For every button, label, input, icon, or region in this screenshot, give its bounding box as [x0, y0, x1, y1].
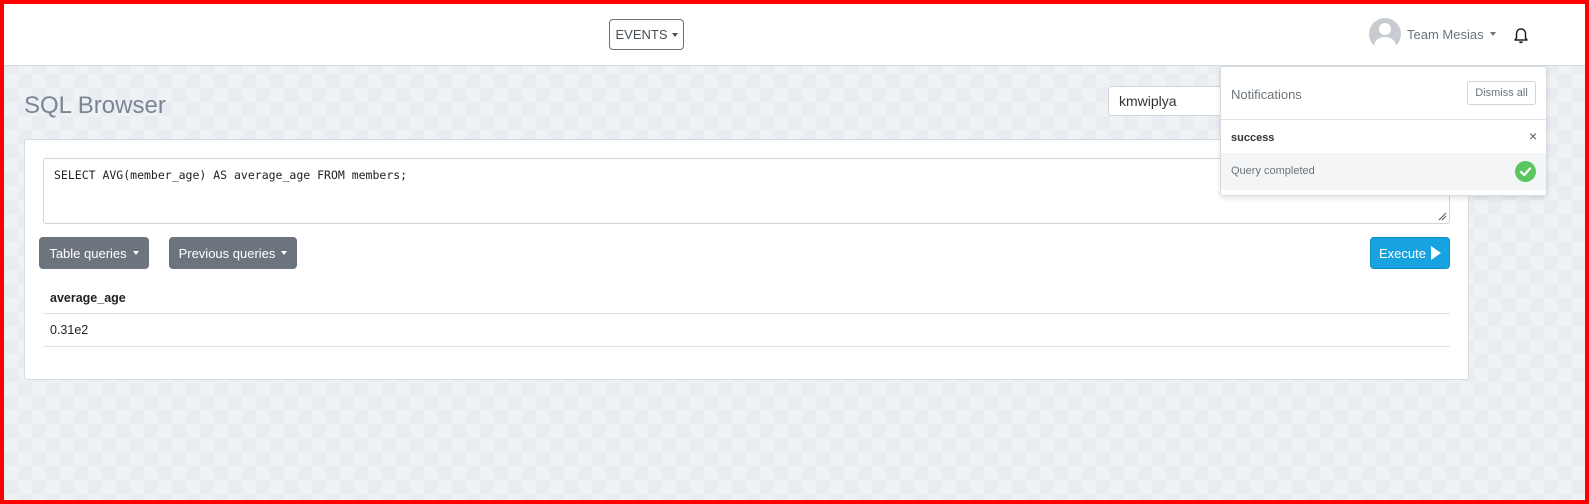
dismiss-all-button[interactable]: Dismiss all: [1467, 81, 1536, 105]
divider: [1221, 119, 1546, 120]
events-dropdown-button[interactable]: EVENTS: [609, 19, 684, 50]
bell-icon[interactable]: [1511, 26, 1531, 46]
top-navbar: EVENTS Team Mesias: [4, 4, 1585, 66]
caret-down-icon: [671, 32, 678, 37]
user-menu[interactable]: Team Mesias: [1369, 18, 1496, 50]
notification-type: success: [1231, 132, 1275, 144]
table-row: 0.31e2: [43, 313, 1450, 347]
app-frame: EVENTS Team Mesias SQL Browser kmwiplya …: [4, 4, 1585, 500]
previous-queries-button[interactable]: Previous queries: [169, 237, 297, 269]
check-circle-icon: [1515, 161, 1536, 182]
user-name: Team Mesias: [1407, 26, 1484, 42]
avatar: [1369, 18, 1401, 50]
previous-queries-label: Previous queries: [178, 245, 276, 261]
notifications-panel: Notifications Dismiss all success × Quer…: [1220, 66, 1547, 196]
table-cell: 0.31e2: [43, 313, 1450, 347]
column-header: average_age: [43, 286, 1450, 314]
notification-message: Query completed: [1231, 165, 1315, 177]
execute-button[interactable]: Execute: [1370, 237, 1450, 269]
resize-handle-icon[interactable]: [1437, 211, 1447, 221]
notification-item: Query completed: [1221, 153, 1546, 190]
table-queries-button[interactable]: Table queries: [39, 237, 149, 269]
events-label: EVENTS: [615, 27, 668, 42]
close-icon[interactable]: ×: [1529, 128, 1537, 144]
caret-down-icon: [132, 251, 139, 255]
caret-down-icon: [281, 251, 288, 255]
table-header-row: average_age: [43, 286, 1450, 314]
caret-down-icon: [1489, 32, 1496, 36]
notifications-title: Notifications: [1231, 87, 1302, 102]
execute-label: Execute: [1379, 245, 1426, 261]
sql-query-text: SELECT AVG(member_age) AS average_age FR…: [54, 168, 408, 182]
page-title: SQL Browser: [24, 92, 166, 119]
results-table: average_age 0.31e2: [43, 286, 1450, 347]
play-icon: [1430, 246, 1441, 260]
table-queries-label: Table queries: [49, 245, 127, 261]
